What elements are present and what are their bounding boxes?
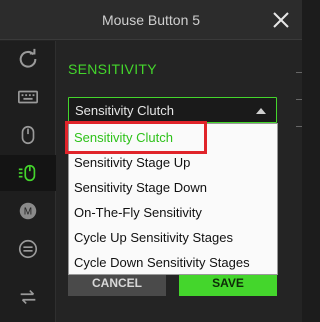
close-button[interactable]: [271, 10, 291, 30]
close-icon: [273, 12, 289, 28]
section-title: SENSITIVITY: [68, 61, 157, 77]
sensitivity-select[interactable]: Sensitivity Clutch: [68, 97, 277, 123]
sidebar-item-mouse[interactable]: [0, 117, 56, 153]
keyboard-icon: [18, 90, 38, 104]
sidebar-item-swap[interactable]: [0, 279, 56, 315]
option-on-the-fly-sensitivity[interactable]: On-The-Fly Sensitivity: [69, 200, 277, 225]
mouse-icon: [21, 126, 35, 144]
mouse-button-dialog: Mouse Button 5 M SENSITIVITY Sensitivity…: [0, 0, 302, 322]
swap-icon: [20, 289, 36, 305]
select-value: Sensitivity Clutch: [75, 103, 174, 118]
sidebar-item-refresh[interactable]: [0, 41, 56, 77]
option-cycle-up-sensitivity-stages[interactable]: Cycle Up Sensitivity Stages: [69, 225, 277, 250]
window-title: Mouse Button 5: [101, 12, 201, 28]
title-bar: Mouse Button 5: [0, 0, 302, 40]
right-edge-mark: [296, 99, 302, 100]
mouse-sensitivity-icon: [18, 164, 36, 182]
chevron-up-icon: [256, 108, 266, 114]
dropdown-list: Sensitivity Clutch Sensitivity Stage Up …: [68, 123, 278, 275]
option-sensitivity-stage-down[interactable]: Sensitivity Stage Down: [69, 175, 277, 200]
right-edge-mark: [296, 72, 302, 73]
sidebar-item-sensitivity[interactable]: [0, 155, 56, 191]
macro-icon: M: [19, 202, 37, 220]
sidebar-item-macro[interactable]: M: [0, 193, 56, 229]
sidebar: M: [0, 41, 56, 322]
right-edge-mark: [296, 126, 302, 127]
sidebar-item-switch-profile[interactable]: [0, 231, 56, 267]
switch-profile-icon: [18, 239, 38, 259]
option-cycle-down-sensitivity-stages[interactable]: Cycle Down Sensitivity Stages: [69, 250, 277, 275]
option-sensitivity-clutch[interactable]: Sensitivity Clutch: [69, 125, 277, 150]
svg-text:M: M: [24, 207, 32, 218]
sidebar-item-keyboard[interactable]: [0, 79, 56, 115]
refresh-icon: [19, 48, 37, 68]
option-sensitivity-stage-up[interactable]: Sensitivity Stage Up: [69, 150, 277, 175]
